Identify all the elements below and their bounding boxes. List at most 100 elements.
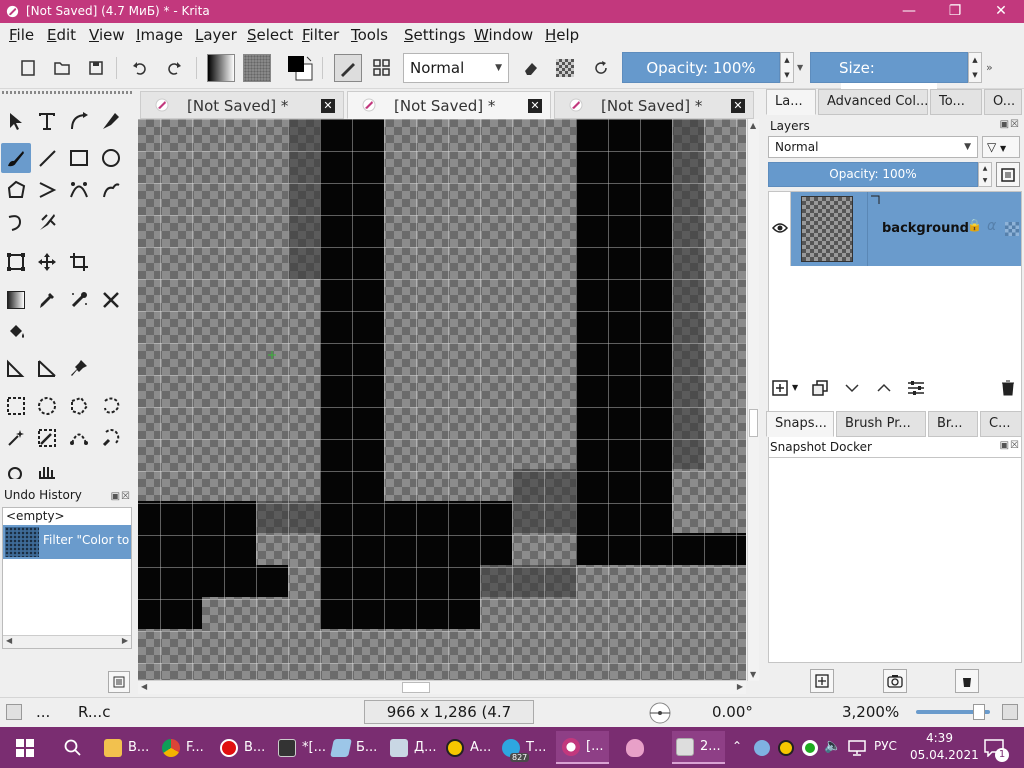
docker-menu-icon[interactable] bbox=[108, 671, 130, 693]
menu-filter[interactable]: Filter bbox=[302, 26, 339, 44]
similar-selection-icon[interactable] bbox=[32, 423, 62, 453]
menu-edit[interactable]: Edit bbox=[47, 26, 76, 44]
tray-status-icon[interactable] bbox=[802, 740, 818, 756]
rect-selection-icon[interactable] bbox=[1, 391, 31, 421]
vscroll-thumb[interactable] bbox=[749, 409, 758, 437]
image-canvas[interactable] bbox=[138, 119, 746, 681]
contiguous-selection-icon[interactable] bbox=[1, 423, 31, 453]
line-tool-icon[interactable] bbox=[32, 143, 62, 173]
polyline-tool-icon[interactable] bbox=[32, 175, 62, 205]
magnetic-selection-icon[interactable] bbox=[96, 423, 126, 453]
tab-layers[interactable]: La... bbox=[766, 89, 816, 115]
freehand-path-icon[interactable] bbox=[96, 175, 126, 205]
move-tool-icon[interactable] bbox=[32, 247, 62, 277]
close-tab-icon[interactable]: ✕ bbox=[731, 99, 745, 113]
ellipse-tool-icon[interactable] bbox=[96, 143, 126, 173]
close-docker-icon[interactable]: ☒ bbox=[121, 491, 131, 502]
freehand-selection-icon[interactable] bbox=[96, 391, 126, 421]
layer-opacity-slider[interactable]: Opacity: 100% bbox=[768, 162, 978, 187]
tray-network-globe-icon[interactable] bbox=[754, 740, 770, 756]
smart-patch-icon[interactable] bbox=[64, 285, 94, 315]
fill-tool-icon[interactable] bbox=[1, 317, 31, 347]
float-docker-icon[interactable]: ▣ bbox=[1000, 440, 1010, 451]
taskbar-chrome[interactable]: F... bbox=[162, 731, 204, 764]
opacity-spin-icon[interactable]: ▲ ▼ bbox=[780, 52, 794, 83]
network-icon[interactable] bbox=[848, 740, 866, 756]
menu-file[interactable]: File bbox=[9, 26, 34, 44]
rotation-icon[interactable] bbox=[646, 701, 674, 725]
tab-advanced-color[interactable]: Advanced Col... bbox=[818, 89, 928, 115]
alpha-lock-icon[interactable]: α bbox=[987, 218, 996, 234]
measure-tool-icon[interactable] bbox=[1, 353, 31, 383]
zoom-value[interactable]: 3,200% bbox=[842, 703, 899, 721]
layer-properties-icon[interactable] bbox=[996, 162, 1020, 187]
new-snapshot-icon[interactable] bbox=[810, 669, 834, 693]
windows-start-icon[interactable] bbox=[16, 739, 34, 757]
rectangle-tool-icon[interactable] bbox=[64, 143, 94, 173]
minimize-icon[interactable]: — bbox=[886, 0, 932, 23]
delete-layer-icon[interactable] bbox=[996, 376, 1020, 400]
toolbar-extension-icon[interactable]: » bbox=[986, 61, 993, 74]
opacity-slider[interactable]: Opacity: 100% bbox=[622, 52, 780, 83]
undo-hscroll[interactable]: ◀ ▶ bbox=[3, 635, 131, 648]
menu-select[interactable]: Select bbox=[247, 26, 293, 44]
foreground-background-color-icon[interactable] bbox=[286, 53, 314, 83]
eraser-mode-icon[interactable] bbox=[517, 53, 545, 83]
taskbar-paint[interactable] bbox=[626, 731, 650, 764]
search-icon[interactable] bbox=[64, 739, 82, 757]
size-slider[interactable]: Size:40.00 px bbox=[810, 52, 968, 110]
calligraphy-icon[interactable] bbox=[96, 106, 126, 136]
tab-color[interactable]: C... bbox=[980, 411, 1022, 437]
pan-tool-icon[interactable] bbox=[32, 459, 62, 479]
tab-snapshot[interactable]: Snaps... bbox=[766, 411, 834, 437]
undo-item-empty[interactable]: <empty> bbox=[3, 508, 131, 525]
close-tab-icon[interactable]: ✕ bbox=[321, 99, 335, 113]
add-layer-icon[interactable] bbox=[768, 376, 792, 400]
brush-grid-icon[interactable] bbox=[368, 53, 396, 83]
volume-icon[interactable]: 🔈 bbox=[824, 738, 841, 754]
move-layer-down-icon[interactable] bbox=[840, 376, 864, 400]
taskbar-app4[interactable]: *[... bbox=[278, 731, 326, 764]
float-docker-icon[interactable]: ▣ bbox=[1000, 119, 1010, 130]
menu-tools[interactable]: Tools bbox=[351, 26, 388, 44]
tray-expand-icon[interactable]: ⌃ bbox=[732, 739, 742, 753]
image-size-info[interactable]: 966 x 1,286 (4.7 МиБ) bbox=[364, 700, 534, 743]
polygon-selection-icon[interactable] bbox=[64, 391, 94, 421]
undo-icon[interactable] bbox=[126, 53, 154, 83]
brush-preset-icon[interactable] bbox=[334, 53, 362, 83]
clock-time[interactable]: 4:39 bbox=[926, 731, 953, 745]
inherit-alpha-icon[interactable] bbox=[1005, 222, 1019, 236]
language-indicator[interactable]: РУС bbox=[874, 739, 897, 753]
zoom-slider-handle[interactable] bbox=[973, 704, 985, 720]
taskbar-app5[interactable]: Б... bbox=[330, 731, 377, 764]
gradient-preset-icon[interactable] bbox=[207, 53, 235, 83]
tab-brush-presets[interactable]: Brush Pr... bbox=[836, 411, 926, 437]
menu-image[interactable]: Image bbox=[136, 26, 183, 44]
multibrush-icon[interactable] bbox=[32, 207, 62, 237]
text-tool-icon[interactable] bbox=[32, 106, 62, 136]
blend-mode-select[interactable]: Normal ▼ bbox=[403, 53, 509, 83]
eye-icon[interactable] bbox=[772, 222, 788, 234]
canvas-horizontal-scrollbar[interactable]: ◀ ▶ bbox=[138, 680, 746, 694]
taskbar-krita[interactable]: [... bbox=[556, 731, 610, 764]
assistant-tool-icon[interactable] bbox=[96, 285, 126, 315]
tab-overview[interactable]: O... bbox=[984, 89, 1022, 115]
taskbar-app11[interactable]: 2... bbox=[672, 731, 725, 764]
zoom-tool-icon[interactable] bbox=[1, 459, 31, 479]
layer-name[interactable]: background bbox=[882, 221, 969, 236]
new-document-icon[interactable] bbox=[14, 53, 42, 83]
reload-preset-icon[interactable] bbox=[587, 53, 615, 83]
open-document-icon[interactable] bbox=[48, 53, 76, 83]
layer-filter-icon[interactable]: ▽ ▼ bbox=[982, 136, 1020, 158]
add-layer-menu-icon[interactable]: ▼ bbox=[792, 383, 798, 392]
close-tab-icon[interactable]: ✕ bbox=[528, 99, 542, 113]
delete-snapshot-icon[interactable] bbox=[955, 669, 979, 693]
menu-layer[interactable]: Layer bbox=[195, 26, 237, 44]
close-docker-icon[interactable]: ☒ bbox=[1010, 119, 1020, 130]
layer-settings-icon[interactable] bbox=[904, 376, 928, 400]
size-spin-icon[interactable]: ▲ ▼ bbox=[968, 52, 982, 83]
tab-tool-options[interactable]: To... bbox=[930, 89, 982, 115]
pattern-preset-icon[interactable] bbox=[243, 53, 271, 83]
switch-snapshot-icon[interactable] bbox=[883, 669, 907, 693]
menu-help[interactable]: Help bbox=[545, 26, 579, 44]
